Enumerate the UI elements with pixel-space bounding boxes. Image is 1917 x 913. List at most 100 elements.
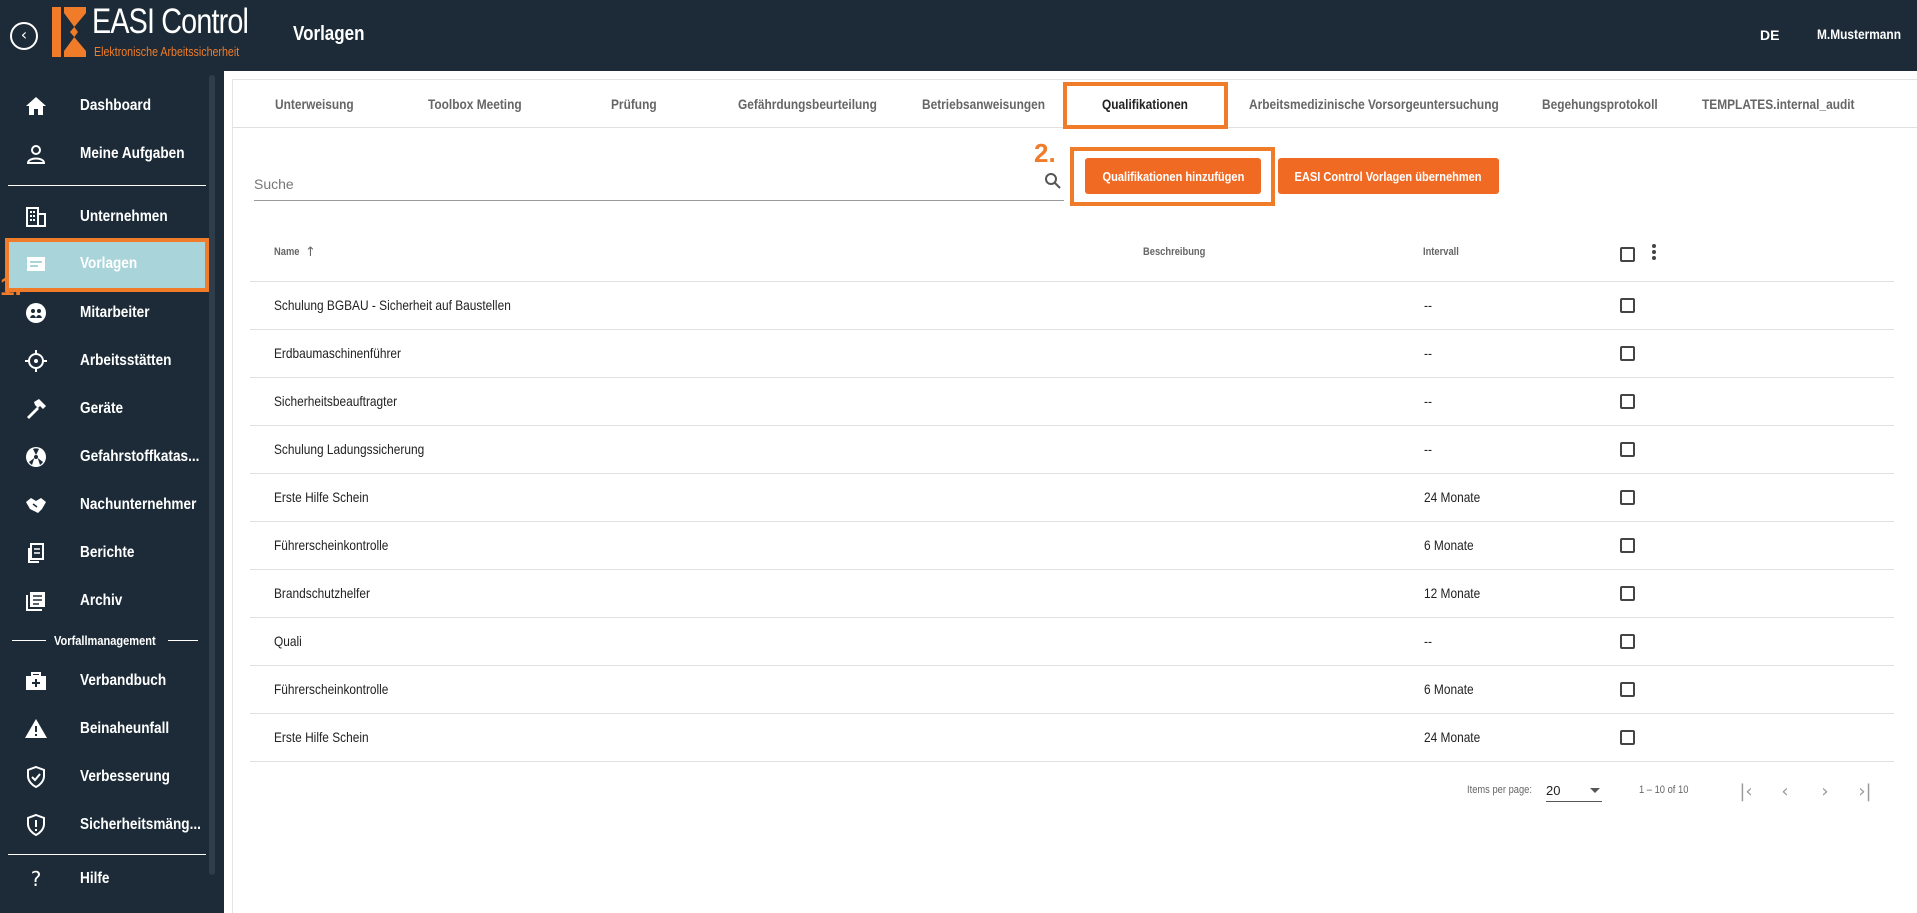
row-checkbox[interactable] xyxy=(1620,298,1635,313)
next-page-icon[interactable]: › xyxy=(1813,780,1837,804)
person-icon xyxy=(24,142,48,166)
cell-interval: 12 Monate xyxy=(1424,585,1481,601)
cell-name: Schulung Ladungssicherung xyxy=(274,441,425,457)
sidebar-item-meine-aufgaben[interactable]: Meine Aufgaben xyxy=(0,132,209,176)
row-checkbox[interactable] xyxy=(1620,346,1635,361)
cell-interval: 6 Monate xyxy=(1424,537,1474,553)
table-row[interactable]: Quali -- xyxy=(250,618,1894,666)
cell-name: Sicherheitsbeauftragter xyxy=(274,393,398,409)
row-checkbox[interactable] xyxy=(1620,730,1635,745)
table-row[interactable]: Schulung BGBAU - Sicherheit auf Baustell… xyxy=(250,282,1894,330)
select-all-checkbox[interactable] xyxy=(1620,247,1635,262)
home-icon xyxy=(24,94,48,118)
sidebar-scrollbar[interactable] xyxy=(209,75,215,875)
sidebar-item-nachunternehmer[interactable]: Nachunternehmer xyxy=(0,483,209,527)
sidebar-item-berichte[interactable]: Berichte xyxy=(0,531,209,575)
cell-interval: 24 Monate xyxy=(1424,489,1481,505)
row-checkbox[interactable] xyxy=(1620,442,1635,457)
sidebar-item-verbesserung[interactable]: Verbesserung xyxy=(0,755,209,799)
sidebar-item-sicherheitsmaengel[interactable]: Sicherheitsmäng... xyxy=(0,803,209,847)
column-header-description[interactable]: Beschreibung xyxy=(1143,246,1205,258)
cell-name: Brandschutzhelfer xyxy=(274,585,370,601)
sidebar-item-label: Verbandbuch xyxy=(80,672,167,689)
tab-unterweisung[interactable]: Unterweisung xyxy=(275,96,354,112)
tab-begehungsprotokoll[interactable]: Begehungsprotokoll xyxy=(1542,96,1658,112)
tab-gefaehrdungsbeurteilung[interactable]: Gefährdungsbeurteilung xyxy=(738,96,877,112)
first-aid-icon xyxy=(24,669,48,693)
table-row[interactable]: Führerscheinkontrolle 6 Monate xyxy=(250,666,1894,714)
sidebar-item-beinaheunfall[interactable]: Beinaheunfall xyxy=(0,707,209,751)
back-arrow-icon[interactable]: ‹ xyxy=(10,22,38,50)
tab-pruefung[interactable]: Prüfung xyxy=(611,96,657,112)
sort-arrow-up-icon[interactable]: ↑ xyxy=(305,245,316,260)
table-row[interactable]: Sicherheitsbeauftragter -- xyxy=(250,378,1894,426)
sidebar-item-label: Arbeitsstätten xyxy=(80,352,172,369)
cell-name: Erste Hilfe Schein xyxy=(274,729,369,745)
cell-name: Erdbaumaschinenführer xyxy=(274,345,402,361)
items-per-page-value: 20 xyxy=(1546,783,1561,798)
cell-name: Erste Hilfe Schein xyxy=(274,489,369,505)
user-menu[interactable]: M.Mustermann xyxy=(1817,26,1901,42)
sidebar-item-geraete[interactable]: Geräte xyxy=(0,387,209,431)
table-row[interactable]: Brandschutzhelfer 12 Monate xyxy=(250,570,1894,618)
top-header: ‹ EASI Control Elektronische Arbeitssich… xyxy=(0,0,1917,71)
row-checkbox[interactable] xyxy=(1620,682,1635,697)
language-selector[interactable]: DE xyxy=(1760,27,1779,43)
radiation-icon xyxy=(24,445,48,469)
highlight-box-vorlagen xyxy=(5,238,209,292)
warning-icon xyxy=(24,717,48,741)
cell-name: Führerscheinkontrolle xyxy=(274,681,389,697)
row-checkbox[interactable] xyxy=(1620,490,1635,505)
adopt-templates-button[interactable]: EASI Control Vorlagen übernehmen xyxy=(1278,158,1499,194)
logo-icon xyxy=(52,7,86,57)
handshake-icon xyxy=(24,493,48,517)
more-vert-icon[interactable] xyxy=(1651,244,1657,262)
sidebar: Dashboard Meine Aufgaben 1. Unternehmen … xyxy=(0,71,224,913)
table-row[interactable]: Erste Hilfe Schein 24 Monate xyxy=(250,474,1894,522)
sidebar-item-mitarbeiter[interactable]: Mitarbeiter xyxy=(0,291,209,335)
table-row[interactable]: Führerscheinkontrolle 6 Monate xyxy=(250,522,1894,570)
cell-interval: -- xyxy=(1424,297,1432,313)
row-checkbox[interactable] xyxy=(1620,394,1635,409)
table-row[interactable]: Schulung Ladungssicherung -- xyxy=(250,426,1894,474)
report-icon xyxy=(24,541,48,565)
add-qualification-button[interactable]: Qualifikationen hinzufügen xyxy=(1085,158,1261,194)
sidebar-item-verbandbuch[interactable]: Verbandbuch xyxy=(0,659,209,703)
sidebar-item-label: Berichte xyxy=(80,544,135,561)
sidebar-item-dashboard[interactable]: Dashboard xyxy=(0,84,209,128)
page-range: 1 – 10 of 10 xyxy=(1639,784,1689,796)
tab-internal-audit[interactable]: TEMPLATES.internal_audit xyxy=(1702,96,1855,112)
previous-page-icon[interactable]: ‹ xyxy=(1773,780,1797,804)
row-checkbox[interactable] xyxy=(1620,634,1635,649)
sidebar-item-hilfe[interactable]: ? Hilfe xyxy=(0,857,209,901)
shield-check-icon xyxy=(24,765,48,789)
tab-arbeitsmedizinische-vorsorge[interactable]: Arbeitsmedizinische Vorsorgeuntersuchung xyxy=(1249,96,1499,112)
sidebar-item-label: Archiv xyxy=(80,592,123,609)
sidebar-item-unternehmen[interactable]: Unternehmen xyxy=(0,195,209,239)
table-row[interactable]: Erste Hilfe Schein 24 Monate xyxy=(250,714,1894,762)
search-field[interactable] xyxy=(254,168,1064,201)
row-checkbox[interactable] xyxy=(1620,538,1635,553)
search-icon[interactable] xyxy=(1044,172,1062,190)
tab-betriebsanweisungen[interactable]: Betriebsanweisungen xyxy=(922,96,1045,112)
tab-toolbox-meeting[interactable]: Toolbox Meeting xyxy=(428,96,522,112)
items-per-page-select[interactable]: 20 xyxy=(1546,778,1602,802)
crosshair-icon xyxy=(24,349,48,373)
sidebar-item-label: Beinaheunfall xyxy=(80,720,170,737)
sidebar-item-gefahrstoffkataster[interactable]: Gefahrstoffkatas... xyxy=(0,435,209,479)
last-page-icon[interactable]: ›| xyxy=(1853,780,1877,804)
first-page-icon[interactable]: |‹ xyxy=(1734,780,1758,804)
sidebar-item-label: Nachunternehmer xyxy=(80,496,197,513)
column-header-name[interactable]: Name xyxy=(274,246,299,258)
sidebar-item-arbeitsstaetten[interactable]: Arbeitsstätten xyxy=(0,339,209,383)
search-input[interactable] xyxy=(254,176,1014,192)
row-checkbox[interactable] xyxy=(1620,586,1635,601)
column-header-interval[interactable]: Intervall xyxy=(1423,246,1459,258)
cell-name: Schulung BGBAU - Sicherheit auf Baustell… xyxy=(274,297,511,313)
table-row[interactable]: Erdbaumaschinenführer -- xyxy=(250,330,1894,378)
cell-interval: -- xyxy=(1424,633,1432,649)
sidebar-item-archiv[interactable]: Archiv xyxy=(0,579,209,623)
question-icon: ? xyxy=(30,867,42,891)
sidebar-divider xyxy=(8,185,206,186)
sidebar-item-label: Geräte xyxy=(80,400,124,417)
